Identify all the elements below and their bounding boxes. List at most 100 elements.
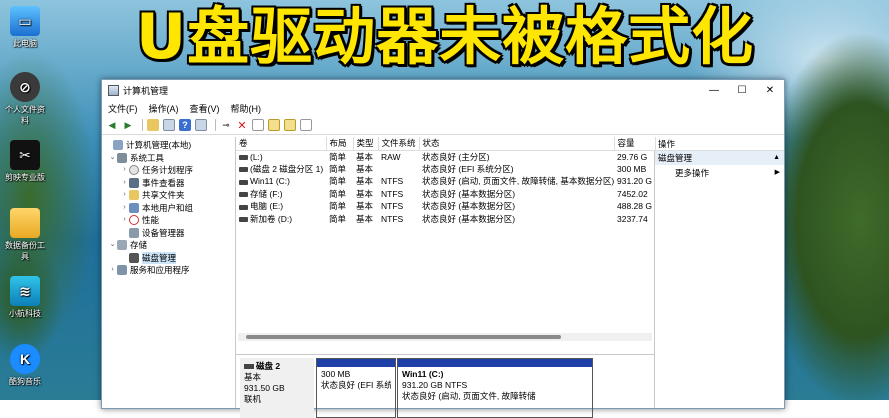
tree-item-label: 本地用户和组: [142, 202, 194, 213]
table-row[interactable]: (L:) 简单 基本 RAW 状态良好 (主分区) 29.76 G: [236, 150, 655, 163]
partition-status: 状态良好 (EFI 系统: [321, 380, 391, 390]
volume-name: (磁盘 2 磁盘分区 1): [250, 163, 324, 174]
chevron-down-icon[interactable]: ⌄: [108, 152, 117, 165]
type-cell: 基本: [356, 213, 374, 224]
chevron-right-icon[interactable]: ›: [108, 264, 117, 277]
help-icon[interactable]: ?: [179, 119, 191, 131]
maximize-button[interactable]: ☐: [728, 85, 756, 96]
tree-item-disk-management[interactable]: 磁盘管理: [102, 251, 235, 264]
column-header-filesystem[interactable]: 文件系统: [378, 137, 420, 151]
show-hide-tree-icon[interactable]: [163, 119, 175, 131]
actions-section-label: 磁盘管理: [658, 153, 693, 163]
forward-arrow-icon[interactable]: ▶: [122, 119, 134, 131]
column-header-volume[interactable]: 卷: [236, 137, 327, 151]
scrollbar-thumb[interactable]: [246, 335, 561, 339]
tree-item-performance[interactable]: › 性能: [102, 214, 235, 227]
desktop-icon-kugou[interactable]: K 酷狗音乐: [4, 344, 46, 387]
desktop-icon-app[interactable]: ≋ 小航科技: [4, 276, 46, 319]
chevron-down-icon[interactable]: ⌄: [108, 239, 117, 252]
search-icon[interactable]: [284, 119, 296, 131]
volume-name: 存储 (F:): [250, 188, 283, 199]
type-cell: 基本: [356, 163, 374, 174]
desktop-icon-capcut[interactable]: ✂ 剪映专业版: [4, 140, 46, 183]
volume-cell: (L:): [236, 150, 326, 163]
volume-icon: [239, 217, 248, 222]
volume-icon: [239, 179, 248, 185]
disk-info-box[interactable]: 磁盘 2 基本 931.50 GB 联机: [240, 358, 314, 418]
more-actions-item[interactable]: 更多操作 ▶: [655, 165, 784, 181]
chevron-right-icon[interactable]: ›: [120, 214, 129, 227]
menu-action[interactable]: 操作(A): [149, 102, 179, 115]
desktop-icon-folder[interactable]: 数据备份工具: [4, 208, 46, 262]
chevron-right-icon[interactable]: ›: [120, 202, 129, 215]
device-manager-icon: [129, 227, 139, 238]
chevron-right-icon[interactable]: ›: [120, 164, 129, 177]
tree-item-label: 存储: [130, 240, 148, 250]
tree-item-computer-management[interactable]: 计算机管理(本地): [102, 139, 235, 152]
column-header-status[interactable]: 状态: [419, 137, 615, 151]
desktop-icon-personal-files[interactable]: ⊘ 个人文件资料: [4, 72, 46, 126]
partition-size: 931.20 GB NTFS: [402, 380, 468, 390]
tree-item-services-apps[interactable]: › 服务和应用程序: [102, 264, 235, 277]
collapse-up-icon[interactable]: ▲: [773, 151, 780, 165]
layout-cell: 简单: [329, 151, 347, 162]
delete-icon[interactable]: ✕: [236, 119, 248, 132]
title-bar[interactable]: 计算机管理 — ☐ ✕: [102, 80, 784, 101]
volume-table: 卷 布局 类型 文件系统 状态 容量 (L:) 简单 基本 RAW 状态良好 (: [236, 137, 656, 225]
volume-pane: 卷 布局 类型 文件系统 状态 容量 (L:) 简单 基本 RAW 状态良好 (: [236, 137, 656, 418]
tree-item-local-users[interactable]: › 本地用户和组: [102, 202, 235, 215]
system-tools-icon: [117, 152, 127, 163]
show-hide-action-pane-icon[interactable]: [195, 119, 207, 131]
desktop-icon-label: 此电脑: [13, 39, 37, 48]
partition-efi[interactable]: 300 MB 状态良好 (EFI 系统: [316, 358, 396, 418]
computer-management-icon: [108, 85, 119, 96]
tree-item-label: 计算机管理(本地): [126, 140, 192, 150]
tree-item-label: 服务和应用程序: [130, 265, 190, 275]
column-header-capacity[interactable]: 容量: [614, 137, 656, 151]
tree-item-task-scheduler[interactable]: › 任务计划程序: [102, 164, 235, 177]
chevron-right-icon[interactable]: ›: [120, 177, 129, 190]
connect-drive-icon[interactable]: ⊸: [220, 119, 232, 131]
menu-help[interactable]: 帮助(H): [231, 102, 262, 115]
desktop-icon-this-pc[interactable]: ▭ 此电脑: [4, 6, 46, 49]
table-row[interactable]: Win11 (C:) 简单 基本 NTFS 状态良好 (启动, 页面文件, 故障…: [236, 175, 655, 188]
chevron-right-icon[interactable]: ›: [120, 189, 129, 202]
partition-win11[interactable]: Win11 (C:) 931.20 GB NTFS 状态良好 (启动, 页面文件…: [397, 358, 593, 418]
menu-view[interactable]: 查看(V): [190, 102, 220, 115]
volume-name: (L:): [250, 151, 263, 162]
table-row[interactable]: 新加卷 (D:) 简单 基本 NTFS 状态良好 (基本数据分区) 3237.7…: [236, 213, 655, 226]
tree-item-label: 事件查看器: [142, 177, 185, 188]
desktop-icon-label: 个人文件资料: [5, 105, 45, 125]
properties-icon[interactable]: [252, 119, 264, 131]
tree-item-event-viewer[interactable]: › 事件查看器: [102, 177, 235, 190]
tree-item-storage[interactable]: ⌄ 存储: [102, 239, 235, 252]
status-cell: 状态良好 (主分区): [422, 151, 490, 162]
column-header-layout[interactable]: 布局: [326, 137, 354, 151]
capacity-cell: 7452.02: [617, 188, 648, 199]
horizontal-scrollbar[interactable]: [238, 333, 652, 341]
tree-item-device-manager[interactable]: 设备管理器: [102, 227, 235, 240]
menu-file[interactable]: 文件(F): [108, 102, 138, 115]
list-view-icon[interactable]: [300, 119, 312, 131]
tree-item-label: 性能: [142, 215, 160, 225]
close-button[interactable]: ✕: [756, 85, 784, 96]
table-row[interactable]: 电脑 (E:) 简单 基本 NTFS 状态良好 (基本数据分区) 488.28 …: [236, 200, 655, 213]
back-arrow-icon[interactable]: ◀: [106, 119, 118, 131]
table-row[interactable]: (磁盘 2 磁盘分区 1) 简单 基本 状态良好 (EFI 系统分区) 300 …: [236, 163, 655, 176]
tree-item-shared-folders[interactable]: › 共享文件夹: [102, 189, 235, 202]
table-row[interactable]: 存储 (F:) 简单 基本 NTFS 状态良好 (基本数据分区) 7452.02: [236, 188, 655, 201]
status-cell: 状态良好 (EFI 系统分区): [422, 163, 514, 174]
navigation-tree: 计算机管理(本地) ⌄ 系统工具 › 任务计划程序 › 事件查看器 › 共享文件…: [102, 137, 236, 408]
export-icon[interactable]: [268, 119, 280, 131]
up-folder-icon[interactable]: [147, 119, 159, 131]
column-header-type[interactable]: 类型: [353, 137, 379, 151]
app-icon: ≋: [10, 276, 40, 306]
tree-item-system-tools[interactable]: ⌄ 系统工具: [102, 152, 235, 165]
minimize-button[interactable]: —: [700, 85, 728, 96]
volume-icon: [239, 192, 248, 197]
chevron-right-icon: ▶: [774, 169, 780, 176]
type-cell: 基本: [356, 201, 374, 212]
computer-management-window: 计算机管理 — ☐ ✕ 文件(F) 操作(A) 查看(V) 帮助(H) ◀ ▶ …: [101, 79, 785, 418]
volume-name: 电脑 (E:): [250, 201, 284, 212]
actions-section-disk-management[interactable]: 磁盘管理 ▲: [655, 151, 784, 165]
